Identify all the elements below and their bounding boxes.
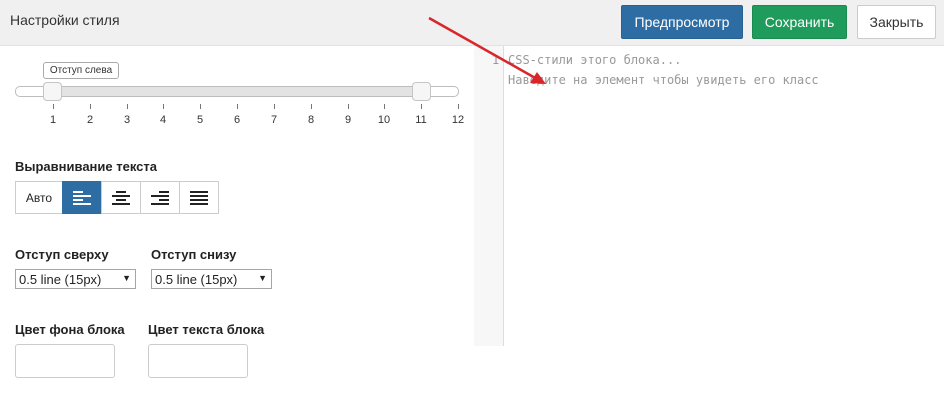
indent-tick [421, 104, 422, 109]
align-left-button[interactable] [62, 181, 102, 214]
indent-tick [237, 104, 238, 109]
toolbar: Настройки стиля Предпросмотр Сохранить З… [0, 0, 944, 46]
indent-tick [90, 104, 91, 109]
indent-tick [200, 104, 201, 109]
indent-tick-label: 6 [233, 114, 241, 126]
indent-tick [163, 104, 164, 109]
close-button[interactable]: Закрыть [857, 5, 936, 39]
indent-tick-label: 5 [196, 114, 204, 126]
indent-tick-label: 8 [307, 114, 315, 126]
bg-color-label: Цвет фона блока [15, 322, 125, 337]
indent-tick [311, 104, 312, 109]
indent-slider-handle-start[interactable] [43, 82, 62, 101]
preview-button[interactable]: Предпросмотр [621, 5, 743, 39]
indent-tick-label: 4 [159, 114, 167, 126]
page-title: Настройки стиля [10, 12, 120, 28]
indent-tick-label: 9 [344, 114, 352, 126]
align-center-button[interactable] [101, 181, 141, 214]
indent-slider-handle-end[interactable] [412, 82, 431, 101]
align-justify-icon [190, 190, 208, 205]
align-right-icon [151, 190, 169, 205]
line-number: 1 [492, 53, 500, 67]
indent-tick-label: 3 [123, 114, 131, 126]
css-editor[interactable]: 1 CSS-стили этого блока... Наведите на э… [474, 46, 944, 346]
margin-top-select[interactable]: 0.5 line (15px) ▼ [15, 269, 136, 289]
indent-tick-label: 7 [270, 114, 278, 126]
indent-tick [274, 104, 275, 109]
indent-slider-range [53, 87, 421, 96]
bg-color-input[interactable] [15, 344, 115, 378]
editor-line-1: CSS-стили этого блока... [508, 53, 682, 67]
margin-bottom-value: 0.5 line (15px) [155, 271, 238, 287]
indent-tick [127, 104, 128, 109]
align-left-icon [73, 190, 91, 205]
text-color-input[interactable] [148, 344, 248, 378]
margin-top-value: 0.5 line (15px) [19, 271, 102, 287]
text-align-label: Выравнивание текста [15, 159, 157, 174]
align-right-button[interactable] [140, 181, 180, 214]
indent-tick [458, 104, 459, 109]
editor-gutter [474, 46, 504, 346]
margin-top-label: Отступ сверху [15, 247, 109, 262]
save-button[interactable]: Сохранить [752, 5, 847, 39]
indent-tick [348, 104, 349, 109]
text-align-group: Авто [15, 181, 219, 214]
indent-tooltip: Отступ слева [43, 62, 119, 79]
indent-tick-label: 1 [49, 114, 57, 126]
align-center-icon [112, 190, 130, 205]
align-auto-button[interactable]: Авто [15, 181, 63, 214]
text-color-label: Цвет текста блока [148, 322, 265, 337]
margin-bottom-label: Отступ снизу [151, 247, 237, 262]
chevron-down-icon: ▼ [122, 273, 131, 283]
indent-tick-label: 12 [451, 114, 465, 126]
margin-bottom-select[interactable]: 0.5 line (15px) ▼ [151, 269, 272, 289]
indent-tick-label: 11 [415, 114, 427, 126]
indent-tick-label: 10 [377, 114, 391, 126]
indent-tick [53, 104, 54, 109]
indent-tick [384, 104, 385, 109]
editor-line-2: Наведите на элемент чтобы увидеть его кл… [508, 73, 819, 87]
chevron-down-icon: ▼ [258, 273, 267, 283]
indent-tick-label: 2 [86, 114, 94, 126]
align-justify-button[interactable] [179, 181, 219, 214]
